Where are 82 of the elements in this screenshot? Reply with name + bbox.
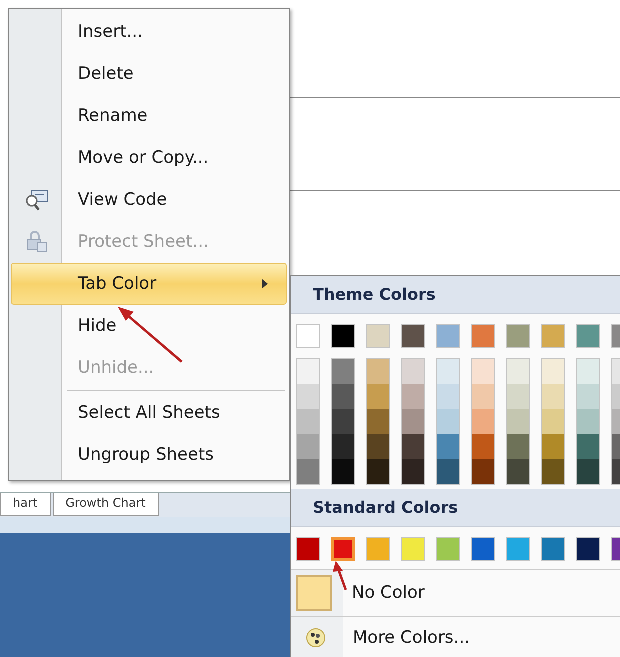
color-swatch[interactable] <box>296 324 320 348</box>
color-swatch[interactable] <box>437 409 459 434</box>
menu-item[interactable]: More Colors... <box>353 628 470 648</box>
color-swatch[interactable] <box>331 537 355 561</box>
color-swatch[interactable] <box>367 409 389 434</box>
color-swatch[interactable] <box>401 537 425 561</box>
color-swatch[interactable] <box>297 459 319 484</box>
color-swatch[interactable] <box>332 409 354 434</box>
color-swatch[interactable] <box>331 324 355 348</box>
color-swatch[interactable] <box>401 324 425 348</box>
color-swatch[interactable] <box>367 359 389 384</box>
color-swatch[interactable] <box>437 359 459 384</box>
color-swatch[interactable] <box>437 459 459 484</box>
color-swatch[interactable] <box>297 384 319 409</box>
color-swatch[interactable] <box>436 537 460 561</box>
color-swatch[interactable] <box>577 409 599 434</box>
color-swatch[interactable] <box>471 537 495 561</box>
color-swatch[interactable] <box>297 434 319 459</box>
color-swatch[interactable] <box>436 324 460 348</box>
color-swatch[interactable] <box>366 324 390 348</box>
menu-item[interactable]: Ungroup Sheets <box>11 434 287 476</box>
color-swatch[interactable] <box>542 434 564 459</box>
color-swatch[interactable] <box>332 434 354 459</box>
color-swatch[interactable] <box>472 459 494 484</box>
color-swatch[interactable] <box>507 384 529 409</box>
color-swatch[interactable] <box>472 434 494 459</box>
menu-item[interactable]: Tab Color <box>11 263 287 305</box>
color-swatch[interactable] <box>402 384 424 409</box>
color-swatch[interactable] <box>506 324 530 348</box>
color-swatch[interactable] <box>296 537 320 561</box>
palette-icon <box>305 627 327 649</box>
color-swatch[interactable] <box>541 537 565 561</box>
color-swatch[interactable] <box>297 409 319 434</box>
color-swatch[interactable] <box>507 409 529 434</box>
color-swatch[interactable] <box>297 359 319 384</box>
color-swatch[interactable] <box>367 384 389 409</box>
color-swatch[interactable] <box>402 434 424 459</box>
color-swatch[interactable] <box>437 384 459 409</box>
color-swatch[interactable] <box>332 384 354 409</box>
menu-item[interactable]: Hide <box>11 305 287 347</box>
color-swatch[interactable] <box>471 324 495 348</box>
menu-item[interactable]: No Color <box>352 583 425 603</box>
color-swatch[interactable] <box>366 537 390 561</box>
color-swatch[interactable] <box>576 537 600 561</box>
color-swatch[interactable] <box>507 359 529 384</box>
color-swatch[interactable] <box>332 459 354 484</box>
color-swatch[interactable] <box>577 359 599 384</box>
color-swatch[interactable] <box>506 537 530 561</box>
menu-item[interactable]: View Code <box>11 179 287 221</box>
lock-sheet-icon <box>26 231 48 253</box>
sheet-tab[interactable]: hart <box>0 493 51 516</box>
annotation-arrow <box>333 561 348 590</box>
sheet-tab[interactable]: Growth Chart <box>52 493 159 516</box>
menu-item[interactable]: Rename <box>11 95 287 137</box>
color-swatch[interactable] <box>332 359 354 384</box>
menu-item[interactable]: Select All Sheets <box>11 392 287 434</box>
color-swatch[interactable] <box>507 459 529 484</box>
color-swatch[interactable] <box>367 459 389 484</box>
color-swatch[interactable] <box>577 459 599 484</box>
menu-item[interactable]: Move or Copy... <box>11 137 287 179</box>
color-swatch[interactable] <box>542 409 564 434</box>
color-swatch[interactable] <box>472 359 494 384</box>
section-header: Theme Colors <box>291 276 620 314</box>
color-swatch[interactable] <box>402 409 424 434</box>
color-swatch[interactable] <box>577 434 599 459</box>
color-swatch[interactable] <box>402 359 424 384</box>
color-swatch[interactable] <box>472 409 494 434</box>
color-swatch[interactable] <box>367 434 389 459</box>
color-swatch[interactable] <box>576 324 600 348</box>
color-swatch[interactable] <box>542 359 564 384</box>
menu-item[interactable]: Insert... <box>11 11 287 53</box>
color-swatch[interactable] <box>507 434 529 459</box>
section-header: Standard Colors <box>291 489 620 527</box>
color-swatch[interactable] <box>577 384 599 409</box>
color-swatch[interactable] <box>542 384 564 409</box>
color-swatch[interactable] <box>542 459 564 484</box>
magnifier-window-icon <box>25 189 49 211</box>
color-swatch[interactable] <box>541 324 565 348</box>
color-swatch[interactable] <box>472 384 494 409</box>
menu-item[interactable]: Delete <box>11 53 287 95</box>
color-swatch[interactable] <box>402 459 424 484</box>
color-swatch[interactable] <box>437 434 459 459</box>
